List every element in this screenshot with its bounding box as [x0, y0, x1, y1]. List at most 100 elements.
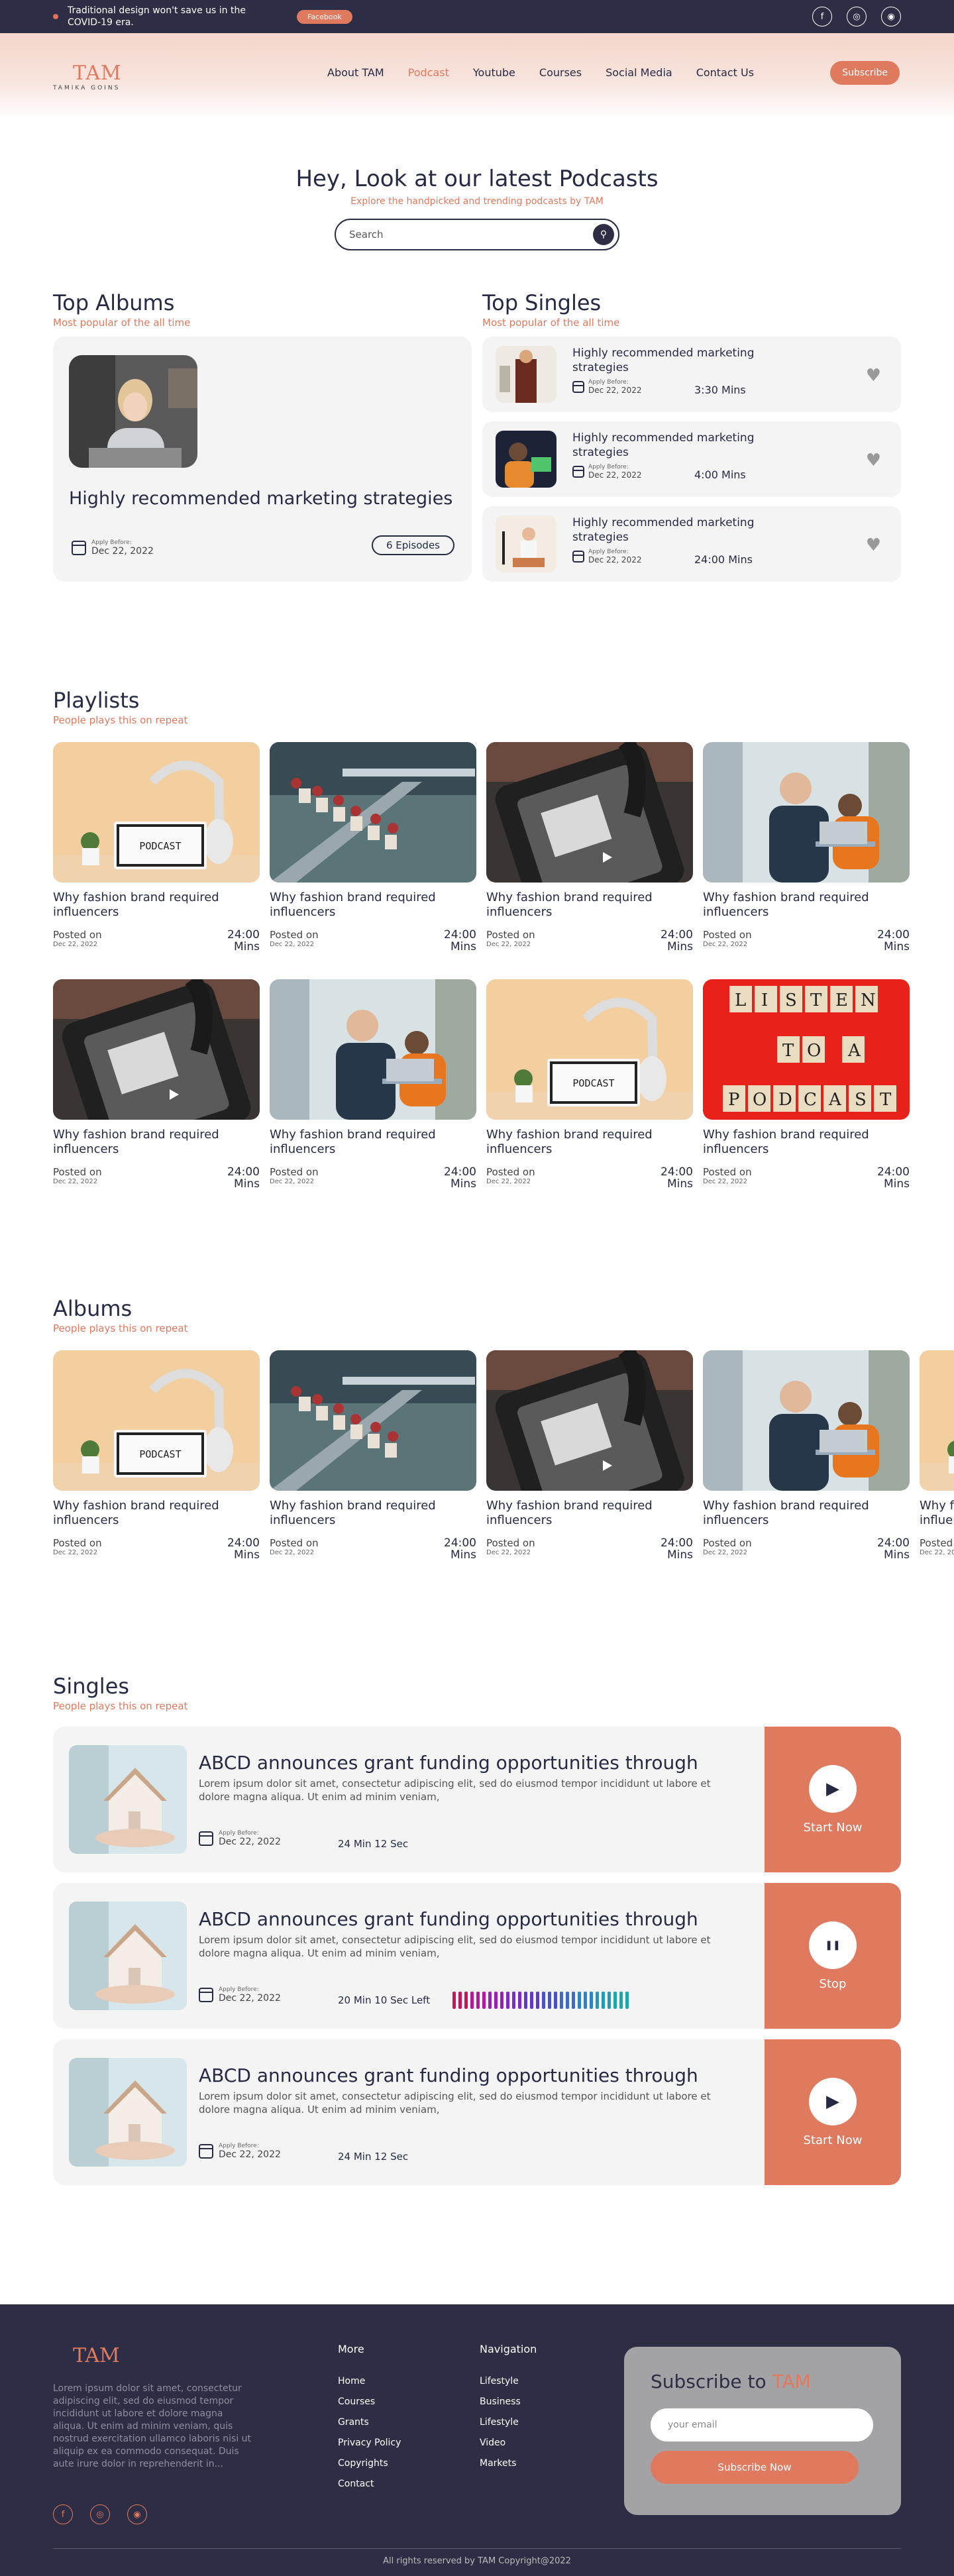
nav-item-courses[interactable]: Courses — [539, 66, 582, 79]
waveform-bar — [494, 1992, 498, 2009]
podcast-card[interactable]: PODCAST Why fashion brand required influ… — [920, 1350, 954, 1561]
logo[interactable]: TAM TAMIKA GOINS — [53, 62, 132, 91]
nav-item-about-tam[interactable]: About TAM — [327, 66, 384, 79]
search-input[interactable]: Search ⚲ — [335, 219, 619, 250]
footer-link-business[interactable]: Business — [480, 2392, 537, 2412]
single-episode-image — [69, 2058, 187, 2167]
waveform-bar — [452, 1992, 456, 2009]
subscribe-button[interactable]: Subscribe — [830, 61, 900, 85]
footer-link-video[interactable]: Video — [480, 2433, 537, 2453]
start-now-button[interactable]: ▶ Start Now — [765, 2039, 901, 2185]
footer-link-courses[interactable]: Courses — [338, 2392, 401, 2412]
singles-subtitle: People plays this on repeat — [53, 1700, 188, 1712]
search-icon[interactable]: ⚲ — [593, 224, 614, 245]
footer-link-lifestyle[interactable]: Lifestyle — [480, 2371, 537, 2392]
footer-link-markets[interactable]: Markets — [480, 2453, 537, 2474]
single-episode-card[interactable]: ABCD announces grant funding opportuniti… — [53, 1727, 901, 1872]
top-albums: Top Albums Most popular of the all time … — [53, 290, 472, 582]
album-card[interactable]: Highly recommended marketing strategies … — [53, 337, 472, 582]
posted-date: Dec 22, 2022 — [920, 1549, 954, 1556]
nav-item-youtube[interactable]: Youtube — [473, 66, 515, 79]
svg-text:L: L — [735, 991, 746, 1010]
single-episode-title: ABCD announces grant funding opportuniti… — [199, 2065, 698, 2086]
podcast-card-meta: Posted on Dec 22, 2022 24:00 Mins — [270, 1166, 476, 1190]
hero-subtitle: Explore the handpicked and trending podc… — [350, 196, 604, 207]
duration-unit: Mins — [666, 940, 693, 953]
apply-label: Apply Before: — [588, 379, 629, 386]
posted-date: Dec 22, 2022 — [53, 1549, 98, 1556]
waveform-bar — [578, 1992, 581, 2009]
footer-link-privacy-policy[interactable]: Privacy Policy — [338, 2433, 401, 2453]
podcast-card[interactable]: PODCAST Why fashion brand required influ… — [53, 742, 260, 953]
svg-text:A: A — [847, 1041, 861, 1061]
albums-carousel[interactable]: PODCAST Why fashion brand required influ… — [53, 1350, 954, 1561]
facebook-button[interactable]: Facebook — [297, 9, 352, 24]
footer-link-contact[interactable]: Contact — [338, 2474, 401, 2495]
nav-item-contact-us[interactable]: Contact Us — [696, 66, 754, 79]
top-social-links: f ◎ ◉ — [812, 7, 901, 27]
heart-icon[interactable]: ♥ — [866, 451, 881, 470]
waveform-bar — [560, 1992, 563, 2009]
podcast-card[interactable]: Why fashion brand required influencers P… — [53, 979, 260, 1190]
singles-section: Singles People plays this on repeat ABCD… — [0, 1561, 954, 2185]
podcast-card[interactable]: LISTENTOAPODCAST Why fashion brand requi… — [703, 979, 910, 1190]
audio-waveform[interactable] — [452, 1992, 629, 2009]
podcast-card-meta: Posted on Dec 22, 2022 24:00 Mins — [703, 1537, 910, 1561]
top-singles-list: Highly recommended marketing strategies … — [482, 337, 901, 582]
footer-logo[interactable]: TAM TAMIKA GOINS — [53, 2344, 120, 2374]
podcast-card[interactable]: Why fashion brand required influencers P… — [486, 1350, 693, 1561]
top-single-row[interactable]: Highly recommended marketing strategies … — [482, 506, 901, 582]
podcast-card[interactable]: Why fashion brand required influencers P… — [270, 979, 476, 1190]
footer: TAM TAMIKA GOINS Lorem ipsum dolor sit a… — [0, 2304, 954, 2576]
footer-link-grants[interactable]: Grants — [338, 2412, 401, 2433]
podcast-card[interactable]: Why fashion brand required influencers P… — [270, 742, 476, 953]
footer-link-copyrights[interactable]: Copyrights — [338, 2453, 401, 2474]
duration-unit: Mins — [233, 940, 260, 953]
single-episode-card[interactable]: ABCD announces grant funding opportuniti… — [53, 1883, 901, 2029]
podcast-card[interactable]: Why fashion brand required influencers P… — [703, 1350, 910, 1561]
dribbble-icon[interactable]: ◉ — [881, 7, 901, 27]
podcast-card-meta: Posted on Dec 22, 2022 24:00 Mins — [270, 929, 476, 953]
waveform-bar — [506, 1992, 509, 2009]
podcast-card[interactable]: PODCAST Why fashion brand required influ… — [486, 979, 693, 1190]
facebook-icon[interactable]: f — [53, 2504, 73, 2524]
podcast-card[interactable]: Why fashion brand required influencers P… — [703, 742, 910, 953]
podcast-card[interactable]: Why fashion brand required influencers P… — [486, 742, 693, 953]
svg-text:D: D — [778, 1090, 792, 1110]
calendar-icon — [199, 1988, 213, 2002]
podcast-card[interactable]: Why fashion brand required influencers P… — [270, 1350, 476, 1561]
svg-text:T: T — [880, 1090, 892, 1110]
instagram-icon[interactable]: ◎ — [847, 7, 867, 27]
nav-item-podcast[interactable]: Podcast — [408, 66, 449, 79]
footer-link-lifestyle[interactable]: Lifestyle — [480, 2412, 537, 2433]
instagram-icon[interactable]: ◎ — [90, 2504, 110, 2524]
calendar-icon — [199, 2144, 213, 2159]
single-episode-card[interactable]: ABCD announces grant funding opportuniti… — [53, 2039, 901, 2185]
single-episode-duration: 24 Min 12 Sec — [338, 1838, 409, 1850]
subscribe-now-button[interactable]: Subscribe Now — [651, 2451, 859, 2484]
duration-value: 24:00 — [661, 1536, 693, 1550]
waveform-bar — [619, 1992, 623, 2009]
episodes-badge[interactable]: 6 Episodes — [371, 535, 454, 555]
waveform-bar — [602, 1992, 605, 2009]
duration-value: 24:00 — [877, 1165, 910, 1179]
podcast-card-meta: Posted on Dec 22, 2022 24:00 Mins — [486, 1537, 693, 1561]
duration-value: 24:00 — [877, 928, 910, 941]
top-single-row[interactable]: Highly recommended marketing strategies … — [482, 337, 901, 412]
footer-link-home[interactable]: Home — [338, 2371, 401, 2392]
heart-icon[interactable]: ♥ — [866, 366, 881, 386]
stop-button[interactable]: ❚❚ Stop — [765, 1883, 901, 2029]
email-field[interactable]: your email — [651, 2408, 873, 2442]
podcast-card[interactable]: PODCAST Why fashion brand required influ… — [53, 1350, 260, 1561]
announcement-dot-icon — [53, 14, 58, 19]
dribbble-icon[interactable]: ◉ — [127, 2504, 147, 2524]
start-now-button[interactable]: ▶ Start Now — [765, 1727, 901, 1872]
svg-text:PODCAST: PODCAST — [139, 1448, 181, 1460]
action-label: Start Now — [803, 2133, 863, 2147]
posted-label: Posted on — [703, 929, 752, 941]
top-single-row[interactable]: Highly recommended marketing strategies … — [482, 421, 901, 497]
nav-item-social-media[interactable]: Social Media — [606, 66, 672, 79]
podcast-card-image — [703, 1350, 910, 1491]
heart-icon[interactable]: ♥ — [866, 535, 881, 555]
facebook-icon[interactable]: f — [812, 7, 832, 27]
